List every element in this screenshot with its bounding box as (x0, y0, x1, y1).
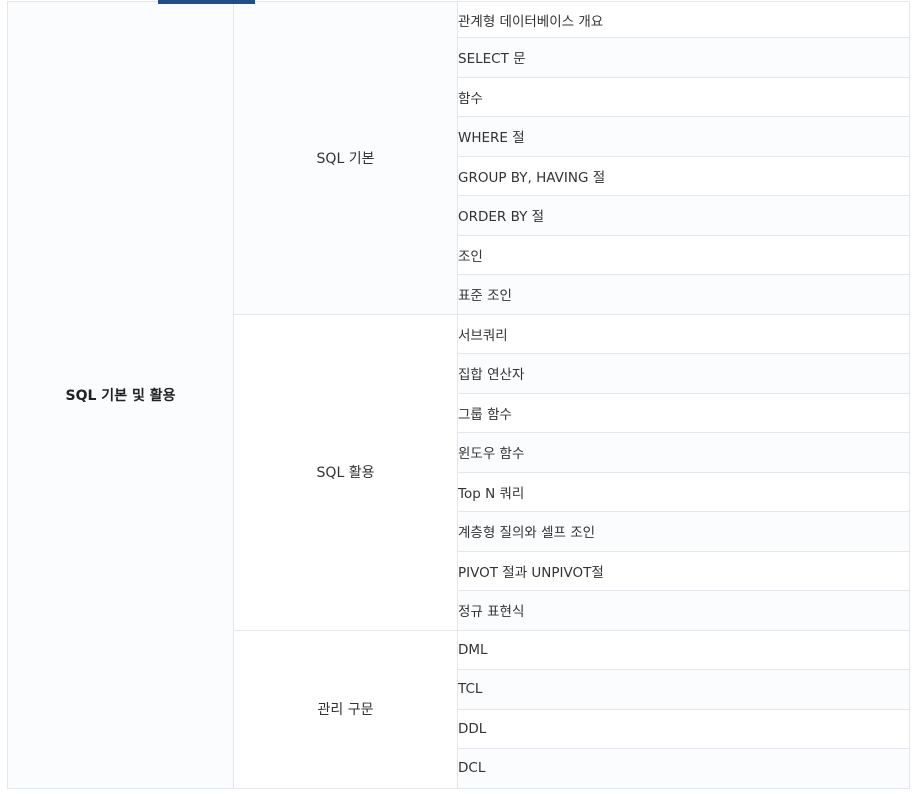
list-item: GROUP BY, HAVING 절 (457, 155, 910, 196)
list-item: 그룹 함수 (457, 392, 910, 433)
active-tab-indicator (158, 0, 255, 4)
list-item: ORDER BY 절 (457, 195, 910, 236)
list-item: 정규 표현식 (457, 590, 910, 631)
list-item: DCL (457, 748, 910, 789)
list-item: 관계형 데이터베이스 개요 (457, 1, 910, 38)
list-item: 집합 연산자 (457, 353, 910, 394)
syllabus-table: SQL 기본 및 활용 SQL 기본 관계형 데이터베이스 개요 SELECT … (7, 1, 910, 789)
list-item: 윈도우 함수 (457, 432, 910, 473)
list-item: 서브쿼리 (457, 313, 910, 354)
list-item: 표준 조인 (457, 274, 910, 315)
table-row: SQL 기본 및 활용 SQL 기본 관계형 데이터베이스 개요 (7, 1, 910, 789)
group-title-sql-basics: SQL 기본 (233, 1, 458, 315)
list-item: Top N 쿼리 (457, 471, 910, 512)
group-title-sql-usage: SQL 활용 (233, 313, 458, 631)
list-item: 조인 (457, 234, 910, 275)
list-item: SELECT 문 (457, 37, 910, 78)
list-item: 계층형 질의와 셀프 조인 (457, 511, 910, 552)
list-item: DDL (457, 708, 910, 749)
group-title-admin-syntax: 관리 구문 (233, 629, 458, 789)
list-item: PIVOT 절과 UNPIVOT절 (457, 550, 910, 591)
section-title: SQL 기본 및 활용 (7, 1, 234, 789)
list-item: 함수 (457, 76, 910, 117)
list-item: WHERE 절 (457, 116, 910, 157)
list-item: DML (457, 629, 910, 670)
list-item: TCL (457, 669, 910, 710)
